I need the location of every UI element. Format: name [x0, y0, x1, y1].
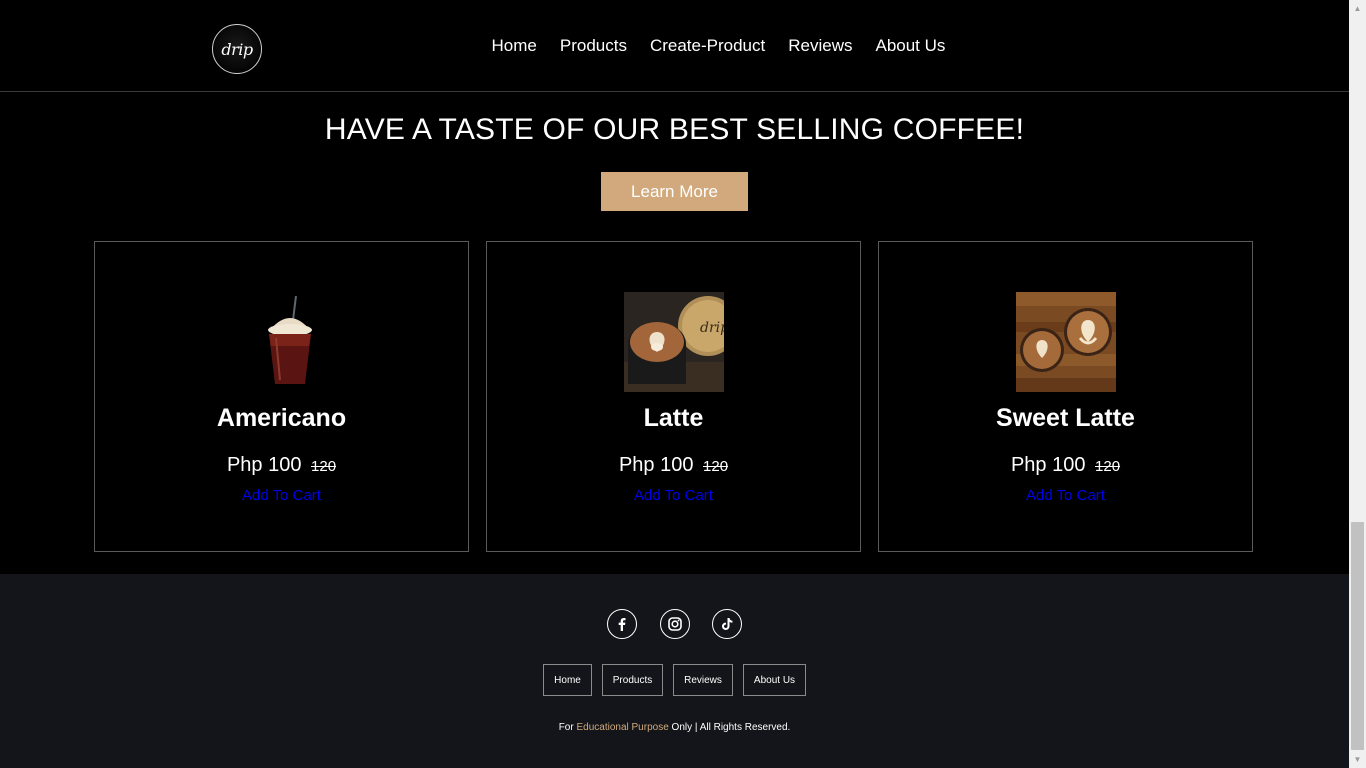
logo-text: drip: [221, 39, 253, 59]
product-name: Sweet Latte: [996, 404, 1135, 432]
footer-nav-products[interactable]: Products: [602, 664, 663, 696]
footer-nav-home[interactable]: Home: [543, 664, 592, 696]
current-price: Php 100: [618, 454, 694, 476]
svg-text:drip: drip: [700, 320, 724, 336]
footer: Home Products Reviews About Us For Educa…: [0, 574, 1349, 768]
current-price: Php 100: [1010, 454, 1086, 476]
scroll-down-arrow-icon[interactable]: ▼: [1349, 751, 1366, 768]
logo[interactable]: drip: [212, 24, 262, 74]
sweet-latte-image: [1016, 292, 1116, 392]
add-to-cart-link[interactable]: Add To Cart: [879, 487, 1252, 504]
americano-image: [232, 292, 332, 392]
product-card-sweet-latte: Sweet Latte Php 100 120 Add To Cart: [878, 241, 1253, 552]
copyright-post: Only | All Rights Reserved.: [668, 722, 791, 733]
footer-nav-reviews[interactable]: Reviews: [673, 664, 733, 696]
learn-more-button[interactable]: Learn More: [601, 172, 748, 211]
instagram-icon[interactable]: [660, 609, 690, 639]
add-to-cart-link[interactable]: Add To Cart: [95, 487, 468, 504]
nav-home[interactable]: Home: [492, 36, 537, 56]
navbar: drip Home Products Create-Product Review…: [0, 0, 1349, 92]
product-price: Php 100 120: [487, 454, 860, 477]
footer-nav-about-us[interactable]: About Us: [743, 664, 806, 696]
page: drip Home Products Create-Product Review…: [0, 0, 1349, 768]
latte-image: drip: [624, 292, 724, 392]
product-price: Php 100 120: [879, 454, 1252, 477]
scroll-up-arrow-icon[interactable]: ▲: [1349, 0, 1366, 17]
nav-reviews[interactable]: Reviews: [788, 36, 852, 56]
product-price: Php 100 120: [95, 454, 468, 477]
old-price: 120: [311, 458, 337, 475]
hero-title: HAVE A TASTE OF OUR BEST SELLING COFFEE!: [324, 113, 1025, 146]
nav-about-us[interactable]: About Us: [875, 36, 945, 56]
product-name: Latte: [643, 404, 704, 432]
scrollbar-thumb[interactable]: [1351, 522, 1364, 750]
copyright-highlight: Educational Purpose: [576, 722, 669, 733]
tiktok-icon[interactable]: [712, 609, 742, 639]
facebook-icon[interactable]: [607, 609, 637, 639]
product-name: Americano: [216, 404, 347, 432]
add-to-cart-link[interactable]: Add To Cart: [487, 487, 860, 504]
old-price: 120: [1095, 458, 1121, 475]
nav-products[interactable]: Products: [560, 36, 627, 56]
product-card-latte: drip Latte Php 100 120 Add To Cart: [486, 241, 861, 552]
nav-links: Home Products Create-Product Reviews Abo…: [480, 36, 957, 56]
nav-create-product[interactable]: Create-Product: [650, 36, 765, 56]
copyright-text: For Educational Purpose Only | All Right…: [0, 722, 1349, 733]
current-price: Php 100: [226, 454, 302, 476]
copyright-pre: For: [558, 722, 577, 733]
old-price: 120: [703, 458, 729, 475]
product-card-americano: Americano Php 100 120 Add To Cart: [94, 241, 469, 552]
